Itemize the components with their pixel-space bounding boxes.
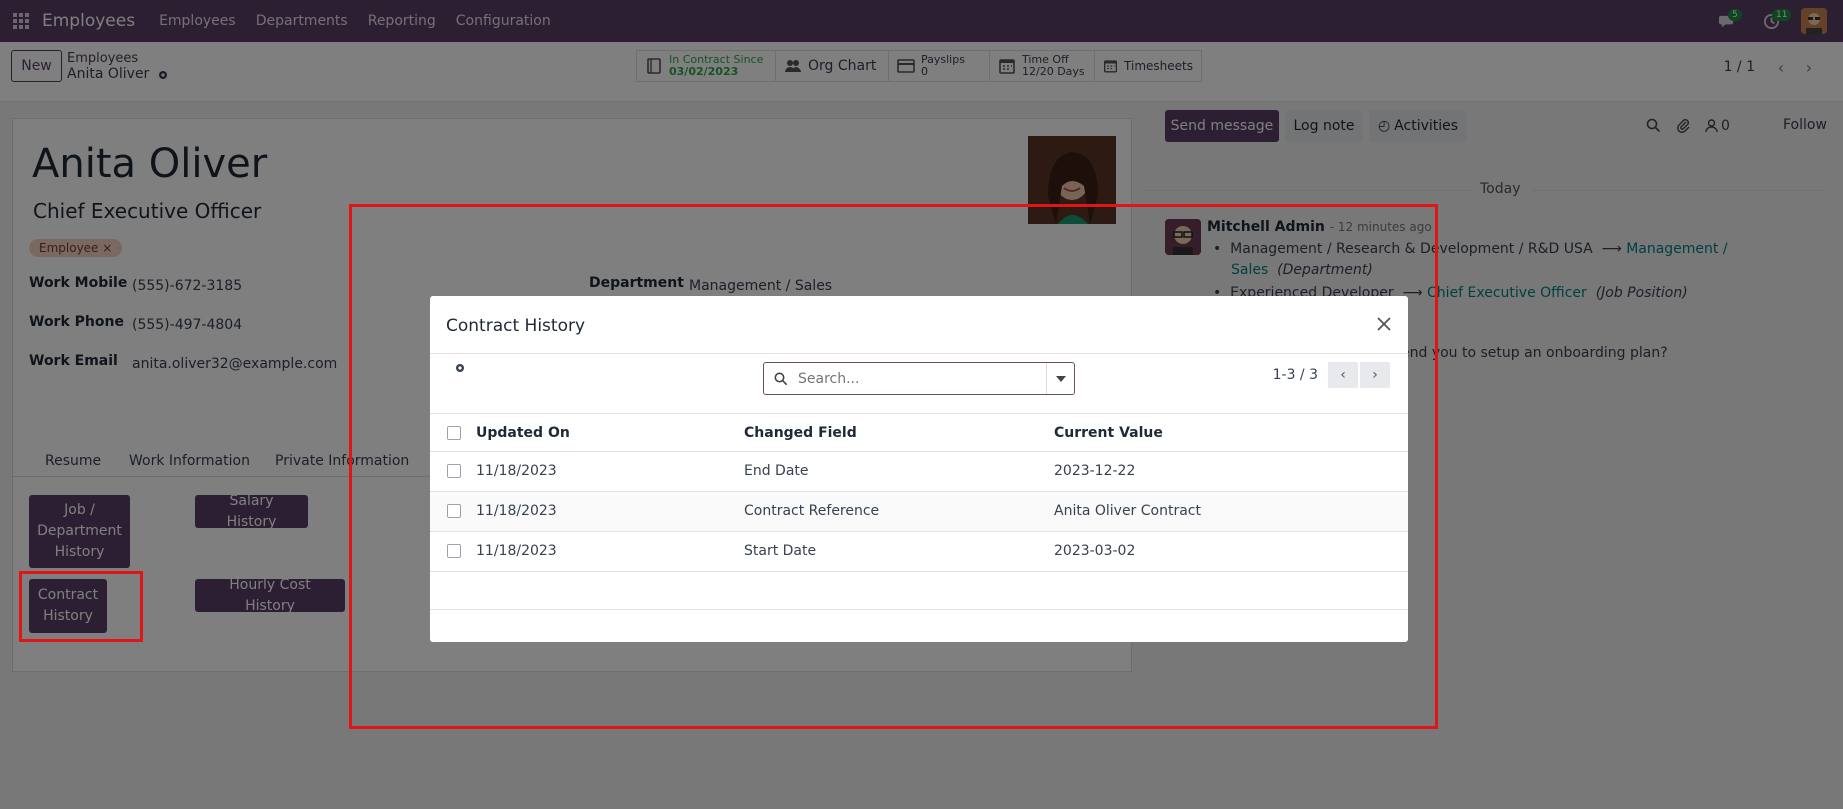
highlight-dialog-region	[349, 204, 1438, 729]
highlight-contract-history-button	[19, 571, 143, 642]
